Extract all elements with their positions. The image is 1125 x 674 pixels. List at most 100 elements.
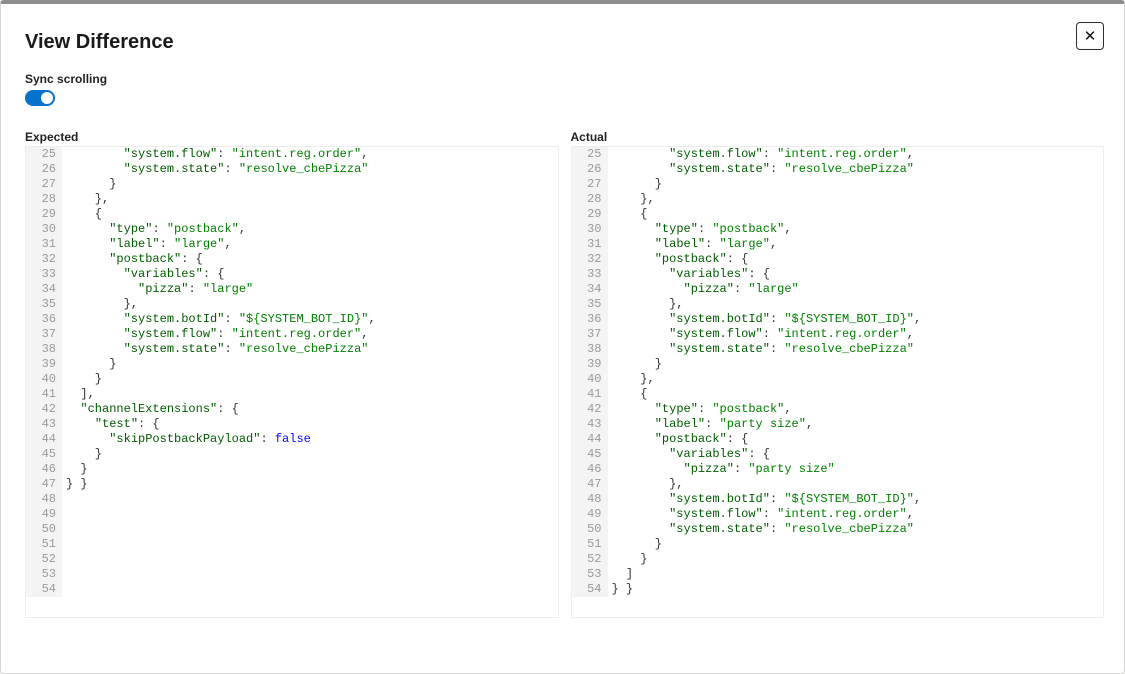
line-number: 35 [26, 297, 62, 312]
code-line: 49 "system.flow": "intent.reg.order", [572, 507, 1104, 522]
toggle-knob [41, 92, 53, 104]
line-code: }, [608, 372, 1104, 387]
line-code: }, [608, 192, 1104, 207]
diff-panes: Expected 25 "system.flow": "intent.reg.o… [1, 114, 1124, 626]
view-difference-dialog: View Difference ✕ Sync scrolling Expecte… [0, 0, 1125, 674]
code-line: 41 { [572, 387, 1104, 402]
line-code: } [608, 537, 1104, 552]
code-line: 30 "type": "postback", [26, 222, 558, 237]
line-code: { [608, 207, 1104, 222]
line-code: "system.state": "resolve_cbePizza" [608, 522, 1104, 537]
line-number: 33 [26, 267, 62, 282]
code-line: 30 "type": "postback", [572, 222, 1104, 237]
line-number: 52 [26, 552, 62, 567]
line-number: 51 [26, 537, 62, 552]
line-code: }, [62, 297, 558, 312]
code-line: 51 } [572, 537, 1104, 552]
code-line: 25 "system.flow": "intent.reg.order", [572, 147, 1104, 162]
line-number: 38 [26, 342, 62, 357]
line-number: 37 [26, 327, 62, 342]
line-code: "system.state": "resolve_cbePizza" [608, 342, 1104, 357]
line-code [62, 537, 558, 552]
line-code: "variables": { [62, 267, 558, 282]
controls: Sync scrolling [1, 56, 1124, 114]
code-line: 46 "pizza": "party size" [572, 462, 1104, 477]
close-button[interactable]: ✕ [1076, 22, 1104, 50]
line-number: 34 [26, 282, 62, 297]
line-number: 36 [572, 312, 608, 327]
line-code: } [608, 177, 1104, 192]
line-code: "system.state": "resolve_cbePizza" [62, 162, 558, 177]
line-code: } } [62, 477, 558, 492]
sync-scrolling-toggle[interactable] [25, 90, 55, 106]
code-line: 43 "test": { [26, 417, 558, 432]
line-code [62, 507, 558, 522]
code-line: 34 "pizza": "large" [26, 282, 558, 297]
line-number: 49 [26, 507, 62, 522]
code-line: 44 "skipPostbackPayload": false [26, 432, 558, 447]
line-code: "label": "large", [608, 237, 1104, 252]
code-line: 31 "label": "large", [572, 237, 1104, 252]
line-code: "label": "large", [62, 237, 558, 252]
line-code: }, [608, 297, 1104, 312]
line-number: 42 [26, 402, 62, 417]
line-number: 41 [572, 387, 608, 402]
line-number: 37 [572, 327, 608, 342]
line-code: "pizza": "party size" [608, 462, 1104, 477]
code-line: 40 } [26, 372, 558, 387]
line-number: 29 [572, 207, 608, 222]
line-number: 31 [26, 237, 62, 252]
line-number: 25 [26, 147, 62, 162]
line-code: } [608, 357, 1104, 372]
line-number: 28 [26, 192, 62, 207]
code-line: 27 } [26, 177, 558, 192]
line-number: 49 [572, 507, 608, 522]
line-number: 33 [572, 267, 608, 282]
line-code [62, 567, 558, 582]
line-code: } [62, 372, 558, 387]
line-number: 45 [26, 447, 62, 462]
line-number: 54 [572, 582, 608, 597]
line-code: "system.botId": "${SYSTEM_BOT_ID}", [608, 492, 1104, 507]
line-code: "postback": { [608, 432, 1104, 447]
code-line: 26 "system.state": "resolve_cbePizza" [26, 162, 558, 177]
line-code: "type": "postback", [608, 402, 1104, 417]
line-number: 41 [26, 387, 62, 402]
code-line: 47 }, [572, 477, 1104, 492]
code-line: 42 "type": "postback", [572, 402, 1104, 417]
expected-code-editor[interactable]: 25 "system.flow": "intent.reg.order", 26 … [25, 146, 559, 618]
line-number: 31 [572, 237, 608, 252]
code-line: 29 { [572, 207, 1104, 222]
line-code: "system.flow": "intent.reg.order", [608, 147, 1104, 162]
code-line: 49 [26, 507, 558, 522]
line-code: "postback": { [608, 252, 1104, 267]
code-line: 32 "postback": { [572, 252, 1104, 267]
code-line: 36 "system.botId": "${SYSTEM_BOT_ID}", [572, 312, 1104, 327]
line-number: 35 [572, 297, 608, 312]
code-line: 54 [26, 582, 558, 597]
code-line: 33 "variables": { [572, 267, 1104, 282]
line-number: 44 [572, 432, 608, 447]
line-number: 40 [572, 372, 608, 387]
line-number: 32 [26, 252, 62, 267]
close-icon: ✕ [1084, 29, 1097, 44]
code-line: 38 "system.state": "resolve_cbePizza" [572, 342, 1104, 357]
line-number: 43 [26, 417, 62, 432]
line-code [62, 582, 558, 597]
line-code: }, [62, 192, 558, 207]
actual-code-editor[interactable]: 25 "system.flow": "intent.reg.order",26 … [571, 146, 1105, 618]
line-number: 27 [572, 177, 608, 192]
line-code: "type": "postback", [608, 222, 1104, 237]
code-line: 47} } [26, 477, 558, 492]
line-number: 53 [26, 567, 62, 582]
code-line: 37 "system.flow": "intent.reg.order", [26, 327, 558, 342]
line-code: "system.botId": "${SYSTEM_BOT_ID}", [62, 312, 558, 327]
dialog-title: View Difference [25, 28, 174, 56]
line-code: "system.flow": "intent.reg.order", [62, 327, 558, 342]
code-line: 37 "system.flow": "intent.reg.order", [572, 327, 1104, 342]
line-code: { [608, 387, 1104, 402]
code-line: 27 } [572, 177, 1104, 192]
line-number: 30 [572, 222, 608, 237]
line-number: 48 [572, 492, 608, 507]
code-line: 52 } [572, 552, 1104, 567]
